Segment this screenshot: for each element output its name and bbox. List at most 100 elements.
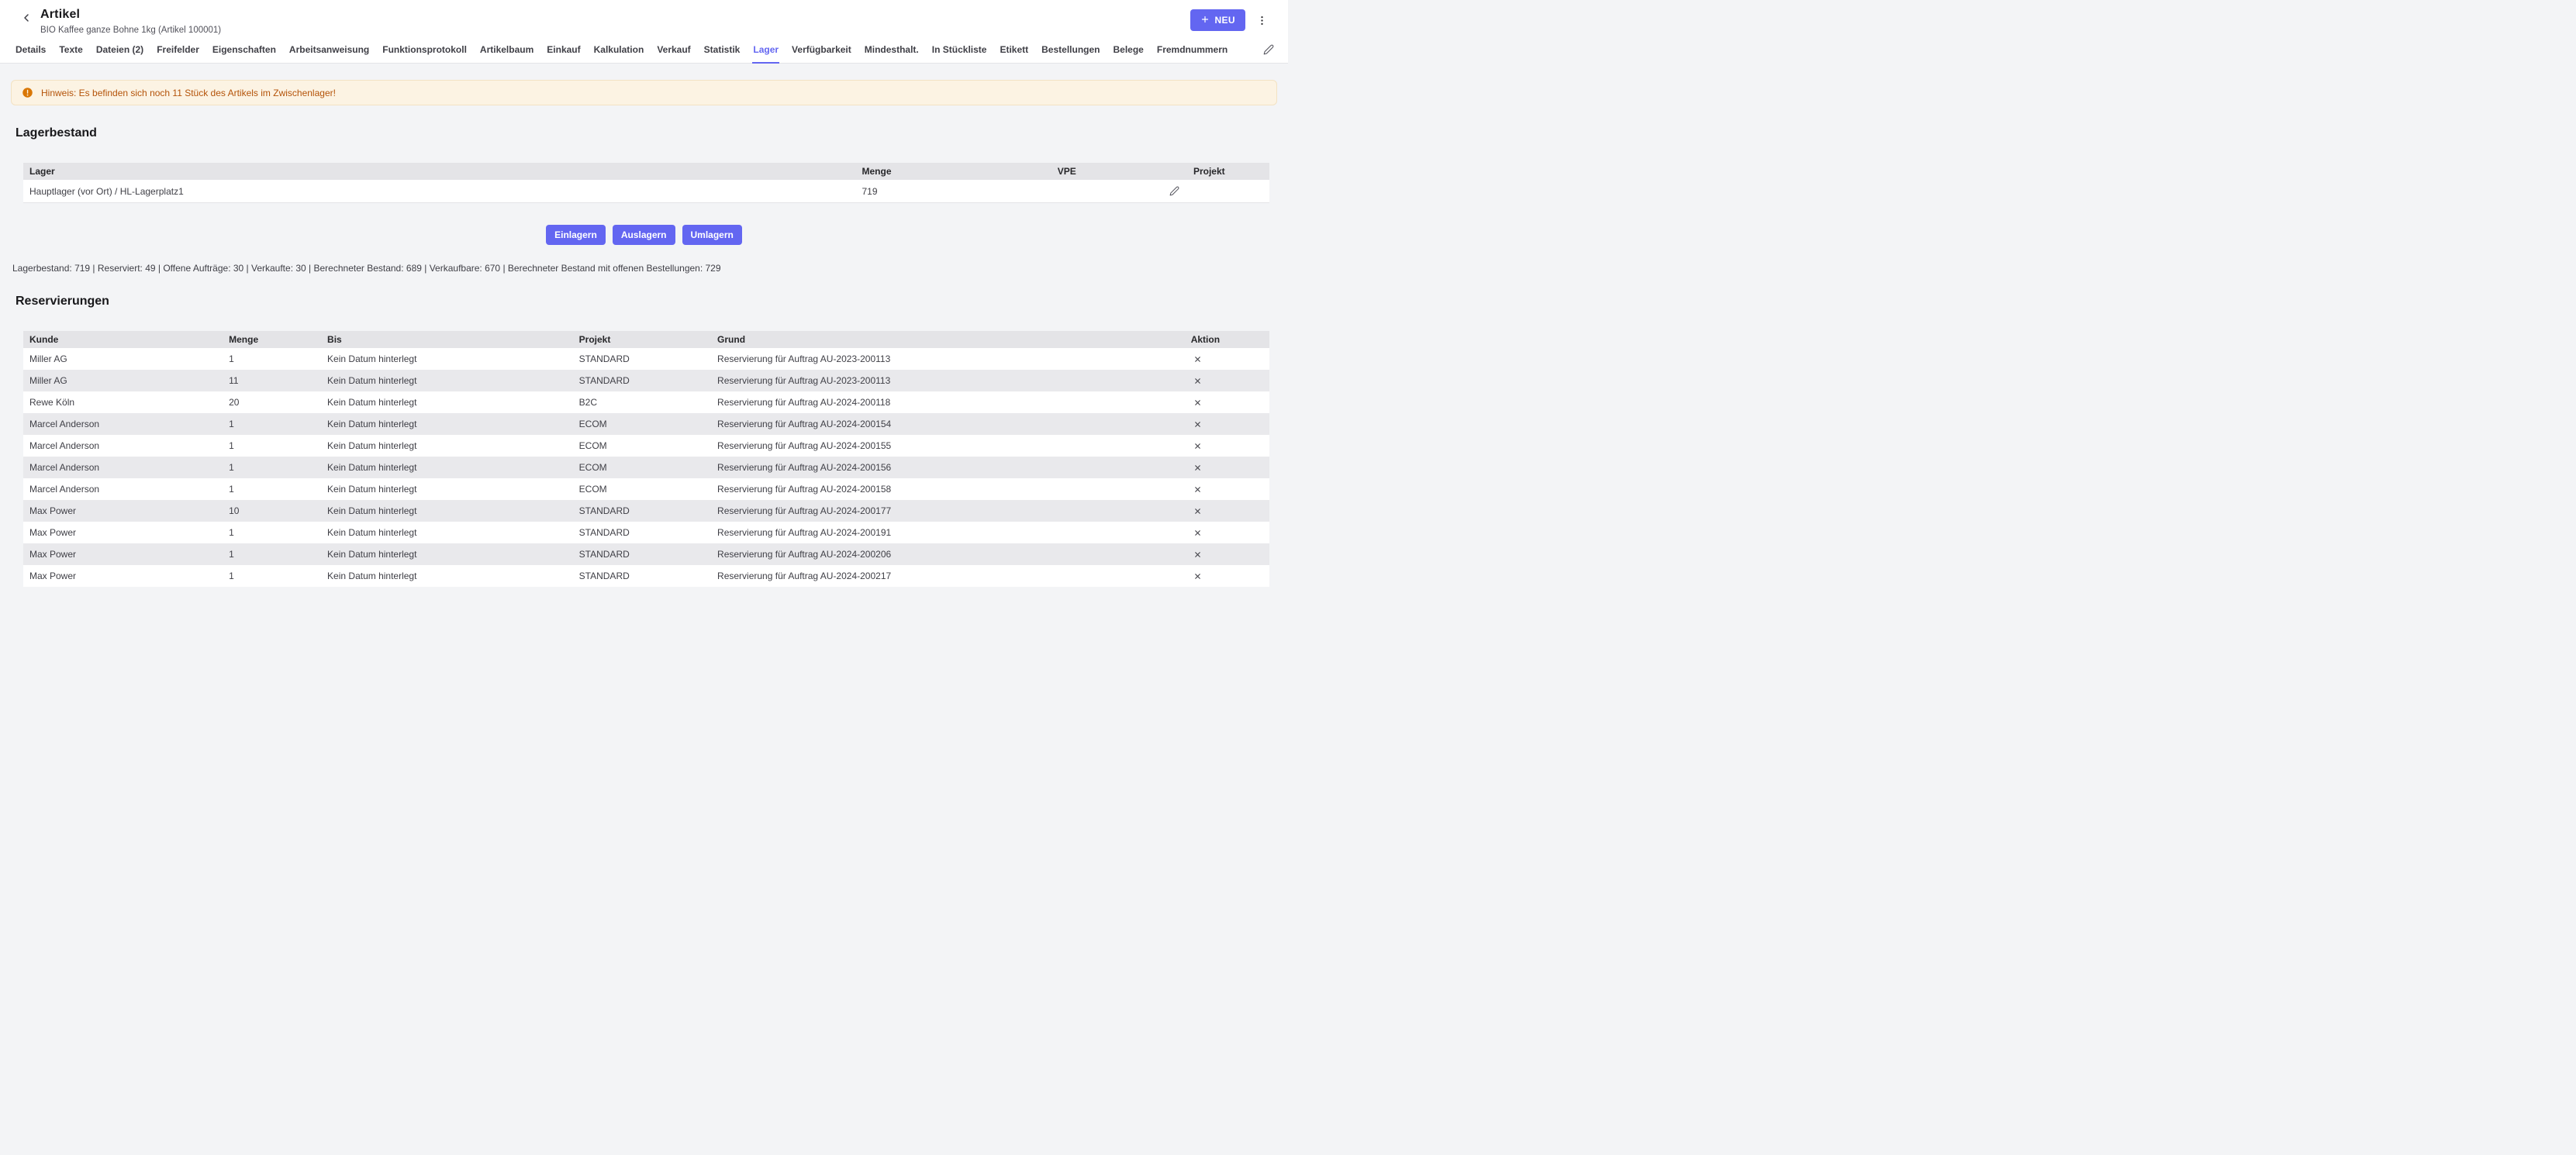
stock-col-projekt: Projekt [1187, 163, 1269, 180]
close-icon [1193, 354, 1202, 366]
res-col-bis: Bis [321, 331, 573, 348]
res-cell-projekt: STANDARD [573, 565, 711, 587]
res-cell-projekt: STANDARD [573, 500, 711, 522]
tab-artikelbaum[interactable]: Artikelbaum [479, 38, 534, 64]
stock-cell-projekt [1187, 180, 1269, 203]
back-button[interactable] [20, 10, 33, 26]
main-content: Hinweis: Es befinden sich noch 11 Stück … [0, 80, 1288, 618]
res-cell-kunde: Marcel Anderson [23, 413, 223, 435]
res-cell-menge: 20 [223, 391, 321, 413]
delete-reservation-button[interactable] [1191, 461, 1204, 474]
res-cell-kunde: Max Power [23, 522, 223, 543]
tab-funktionsprotokoll[interactable]: Funktionsprotokoll [382, 38, 468, 64]
delete-reservation-button[interactable] [1191, 526, 1204, 540]
tab-verkauf[interactable]: Verkauf [656, 38, 691, 64]
section-title-lagerbestand: Lagerbestand [16, 126, 1288, 140]
close-icon [1193, 419, 1202, 431]
res-col-projekt: Projekt [573, 331, 711, 348]
tab-einkauf[interactable]: Einkauf [546, 38, 581, 64]
tab-etikett[interactable]: Etikett [999, 38, 1029, 64]
warning-banner: Hinweis: Es befinden sich noch 11 Stück … [11, 80, 1277, 105]
res-cell-aktion [1185, 500, 1269, 522]
reservation-row: Max Power1Kein Datum hinterlegtSTANDARDR… [23, 522, 1269, 543]
stock-col-vpe: VPE [1051, 163, 1187, 180]
umlagern-button[interactable]: Umlagern [682, 225, 742, 245]
res-cell-bis: Kein Datum hinterlegt [321, 478, 573, 500]
res-cell-bis: Kein Datum hinterlegt [321, 348, 573, 370]
res-cell-grund: Reservierung für Auftrag AU-2023-200113 [711, 370, 1185, 391]
tab-details[interactable]: Details [15, 38, 47, 64]
einlagern-button[interactable]: Einlagern [546, 225, 606, 245]
tab-bestellungen[interactable]: Bestellungen [1041, 38, 1100, 64]
kebab-menu-button[interactable] [1255, 12, 1269, 29]
res-cell-projekt: ECOM [573, 435, 711, 457]
res-cell-aktion [1185, 435, 1269, 457]
res-cell-kunde: Rewe Köln [23, 391, 223, 413]
close-icon [1193, 463, 1202, 474]
tab-texte[interactable]: Texte [58, 38, 83, 64]
delete-reservation-button[interactable] [1191, 505, 1204, 518]
tab-dateien-2[interactable]: Dateien (2) [95, 38, 144, 64]
delete-reservation-button[interactable] [1191, 483, 1204, 496]
edit-stock-row-button[interactable] [1168, 184, 1181, 198]
delete-reservation-button[interactable] [1191, 570, 1204, 583]
reservation-row: Marcel Anderson1Kein Datum hinterlegtECO… [23, 413, 1269, 435]
res-cell-bis: Kein Datum hinterlegt [321, 435, 573, 457]
res-cell-bis: Kein Datum hinterlegt [321, 370, 573, 391]
pencil-icon [1169, 187, 1179, 198]
delete-reservation-button[interactable] [1191, 440, 1204, 453]
res-cell-projekt: ECOM [573, 457, 711, 478]
tab-belege[interactable]: Belege [1113, 38, 1145, 64]
page-title: Artikel [40, 8, 221, 22]
res-cell-bis: Kein Datum hinterlegt [321, 457, 573, 478]
res-cell-kunde: Miller AG [23, 370, 223, 391]
tab-mindesthalt[interactable]: Mindesthalt. [864, 38, 920, 64]
chevron-left-icon [20, 15, 33, 26]
res-cell-aktion [1185, 413, 1269, 435]
delete-reservation-button[interactable] [1191, 548, 1204, 561]
tab-statistik[interactable]: Statistik [703, 38, 741, 64]
edit-page-button[interactable] [1262, 40, 1276, 63]
close-icon [1193, 484, 1202, 496]
res-cell-grund: Reservierung für Auftrag AU-2024-200156 [711, 457, 1185, 478]
delete-reservation-button[interactable] [1191, 418, 1204, 431]
new-button[interactable]: NEU [1190, 9, 1245, 31]
pencil-icon [1263, 46, 1274, 57]
plus-icon [1200, 15, 1210, 26]
reservation-row: Miller AG1Kein Datum hinterlegtSTANDARDR… [23, 348, 1269, 370]
stock-cell-vpe [1051, 180, 1187, 203]
delete-reservation-button[interactable] [1191, 374, 1204, 388]
res-col-grund: Grund [711, 331, 1185, 348]
delete-reservation-button[interactable] [1191, 396, 1204, 409]
tab-fremdnummern[interactable]: Fremdnummern [1156, 38, 1228, 64]
res-cell-bis: Kein Datum hinterlegt [321, 543, 573, 565]
reservations-table: KundeMengeBisProjektGrundAktion Miller A… [23, 331, 1269, 587]
tab-arbeitsanweisung[interactable]: Arbeitsanweisung [288, 38, 370, 64]
res-cell-grund: Reservierung für Auftrag AU-2024-200118 [711, 391, 1185, 413]
tab-kalkulation[interactable]: Kalkulation [593, 38, 645, 64]
res-cell-projekt: STANDARD [573, 370, 711, 391]
tab-in-stuckliste[interactable]: In Stückliste [931, 38, 988, 64]
res-cell-aktion [1185, 522, 1269, 543]
res-cell-projekt: STANDARD [573, 348, 711, 370]
res-cell-aktion [1185, 391, 1269, 413]
res-cell-projekt: STANDARD [573, 543, 711, 565]
res-cell-aktion [1185, 348, 1269, 370]
res-cell-grund: Reservierung für Auftrag AU-2024-200206 [711, 543, 1185, 565]
stock-action-buttons: Einlagern Auslagern Umlagern [0, 225, 1288, 245]
res-cell-projekt: STANDARD [573, 522, 711, 543]
reservations-table-body: Miller AG1Kein Datum hinterlegtSTANDARDR… [23, 348, 1269, 587]
reservation-row: Max Power1Kein Datum hinterlegtSTANDARDR… [23, 543, 1269, 565]
res-cell-grund: Reservierung für Auftrag AU-2023-200113 [711, 348, 1185, 370]
tab-freifelder[interactable]: Freifelder [156, 38, 200, 64]
tab-verfugbarkeit[interactable]: Verfügbarkeit [791, 38, 852, 64]
close-icon [1193, 441, 1202, 453]
stock-table-head-row: LagerMengeVPEProjekt [23, 163, 1269, 180]
res-cell-menge: 1 [223, 565, 321, 587]
new-button-label: NEU [1214, 16, 1235, 25]
tab-eigenschaften[interactable]: Eigenschaften [212, 38, 277, 64]
res-cell-grund: Reservierung für Auftrag AU-2024-200177 [711, 500, 1185, 522]
auslagern-button[interactable]: Auslagern [613, 225, 675, 245]
tab-lager[interactable]: Lager [752, 38, 779, 64]
delete-reservation-button[interactable] [1191, 353, 1204, 366]
